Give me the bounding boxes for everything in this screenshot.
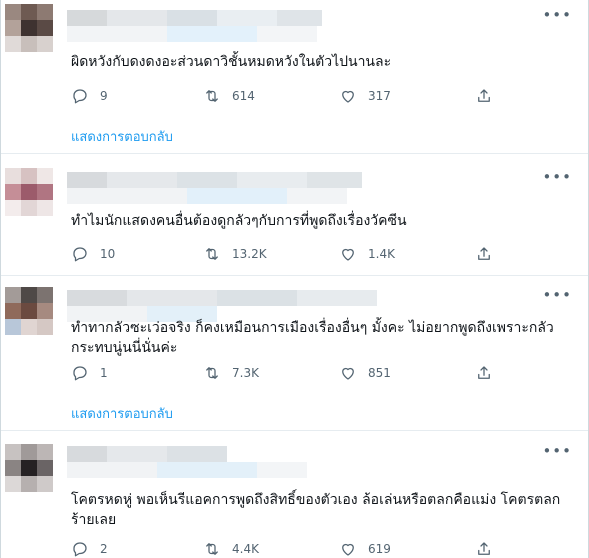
divider bbox=[1, 153, 588, 154]
blurred-handle bbox=[67, 26, 317, 42]
show-replies-link[interactable]: แสดงการตอบกลับ bbox=[71, 126, 173, 147]
like-icon bbox=[342, 90, 354, 103]
retweet-button[interactable]: 614 bbox=[203, 86, 255, 106]
reply-text: ทำทากลัวซะเว่อจริง ก็คงเหมือนการเมืองเรื… bbox=[71, 320, 554, 356]
retweet-button[interactable]: 4.4K bbox=[203, 539, 259, 558]
reply-text: ทำไมนักแสดงคนอื่นต้องดูกลัวๆกับการที่พูด… bbox=[71, 213, 407, 229]
more-icon[interactable]: ••• bbox=[542, 170, 572, 185]
action-bar: 10 13.2K 1.4K bbox=[71, 244, 501, 264]
divider bbox=[1, 275, 588, 276]
reply-text: โคตรหดหู่ พอเห็นรีแอคการพูดถึงสิทธิ์ของต… bbox=[71, 492, 561, 528]
retweet-icon bbox=[206, 367, 218, 379]
avatar[interactable] bbox=[5, 168, 53, 216]
show-replies-link[interactable]: แสดงการตอบกลับ bbox=[71, 403, 173, 424]
like-button[interactable]: 619 bbox=[339, 539, 391, 558]
retweet-count: 614 bbox=[232, 89, 255, 103]
reply-icon bbox=[73, 89, 87, 104]
reply-count: 1 bbox=[100, 366, 108, 380]
reply-button[interactable]: 1 bbox=[71, 363, 108, 383]
action-bar: 2 4.4K 619 bbox=[71, 539, 501, 558]
share-button[interactable] bbox=[475, 539, 493, 558]
blurred-username[interactable] bbox=[67, 10, 322, 26]
avatar[interactable] bbox=[5, 287, 53, 335]
reply-count: 10 bbox=[100, 247, 116, 261]
blurred-username[interactable] bbox=[67, 446, 227, 462]
reply-icon bbox=[73, 247, 87, 262]
reply-button[interactable]: 9 bbox=[71, 86, 108, 106]
reply-text: ผิดหวังกับดงดงอะส่วนดาวิชั้นหมดหวังในตัว… bbox=[71, 54, 392, 70]
reply-button[interactable]: 10 bbox=[71, 244, 115, 264]
like-count: 851 bbox=[368, 366, 391, 380]
reply-icon bbox=[73, 366, 87, 381]
reply-icon bbox=[73, 542, 87, 557]
retweet-count: 4.4K bbox=[232, 542, 259, 556]
share-icon bbox=[478, 542, 490, 555]
share-icon bbox=[478, 247, 490, 260]
share-button[interactable] bbox=[475, 86, 493, 106]
blurred-username[interactable] bbox=[67, 172, 362, 188]
retweet-icon bbox=[206, 543, 218, 555]
action-bar: 9 614 317 bbox=[71, 86, 501, 106]
retweet-button[interactable]: 13.2K bbox=[203, 244, 267, 264]
like-count: 619 bbox=[368, 542, 391, 556]
retweet-count: 13.2K bbox=[232, 247, 267, 261]
share-icon bbox=[478, 89, 490, 102]
share-button[interactable] bbox=[475, 363, 493, 383]
action-bar: 1 7.3K 851 bbox=[71, 363, 501, 383]
retweet-icon bbox=[206, 248, 218, 260]
share-icon bbox=[478, 366, 490, 379]
like-icon bbox=[342, 367, 354, 380]
more-icon[interactable]: ••• bbox=[542, 8, 572, 23]
like-count: 317 bbox=[368, 89, 391, 103]
like-button[interactable]: 851 bbox=[339, 363, 391, 383]
like-count: 1.4K bbox=[368, 247, 395, 261]
blurred-username[interactable] bbox=[67, 290, 377, 306]
retweet-icon bbox=[206, 90, 218, 102]
divider bbox=[1, 430, 588, 431]
avatar[interactable] bbox=[5, 4, 53, 52]
more-icon[interactable]: ••• bbox=[542, 444, 572, 459]
like-icon bbox=[342, 543, 354, 556]
reply-button[interactable]: 2 bbox=[71, 539, 108, 558]
avatar[interactable] bbox=[5, 444, 53, 492]
reply-count: 9 bbox=[100, 89, 108, 103]
reply-count: 2 bbox=[100, 542, 108, 556]
blurred-handle bbox=[67, 462, 307, 478]
replies-timeline: ••• ผิดหวังกับดงดงอะส่วนดาวิชั้นหมดหวังใ… bbox=[0, 0, 589, 558]
like-button[interactable]: 317 bbox=[339, 86, 391, 106]
like-icon bbox=[342, 248, 354, 261]
retweet-button[interactable]: 7.3K bbox=[203, 363, 259, 383]
more-icon[interactable]: ••• bbox=[542, 288, 572, 303]
share-button[interactable] bbox=[475, 244, 493, 264]
blurred-handle bbox=[67, 188, 347, 204]
like-button[interactable]: 1.4K bbox=[339, 244, 395, 264]
retweet-count: 7.3K bbox=[232, 366, 259, 380]
